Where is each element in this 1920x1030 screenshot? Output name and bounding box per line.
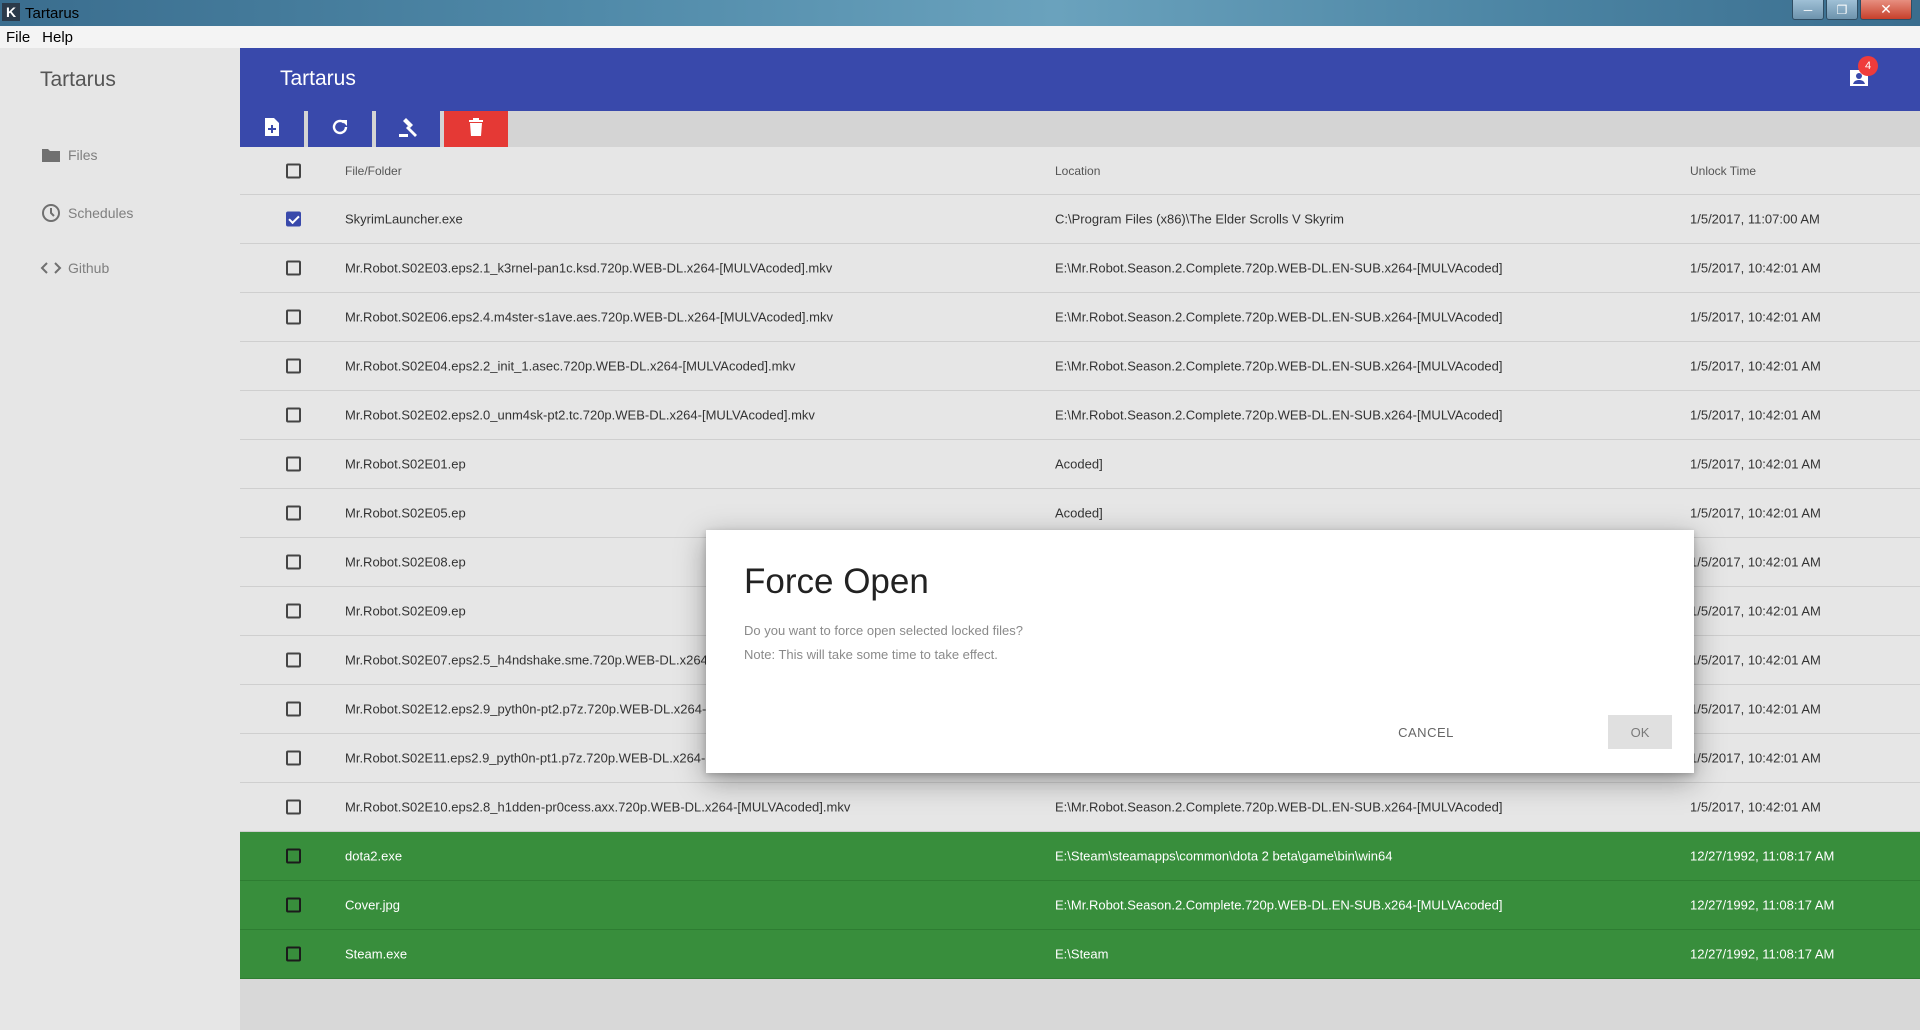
sidebar-brand: Tartarus [40,68,116,91]
dialog-title: Force Open [744,562,929,601]
sidebar-item-label: Files [68,147,98,163]
dialog-note: Note: This will take some time to take e… [744,647,998,662]
cancel-button[interactable]: CANCEL [1386,715,1466,749]
sidebar-item-schedules[interactable]: Schedules [40,203,133,223]
sidebar-item-label: Github [68,260,110,276]
menu-help[interactable]: Help [36,29,79,46]
notification-badge: 4 [1858,56,1878,76]
code-icon [40,261,62,275]
menu-file[interactable]: File [0,29,36,46]
dialog-message: Do you want to force open selected locke… [744,623,1023,638]
app-icon: K [2,3,20,21]
page-title: Tartarus [280,67,356,90]
modal-overlay: Force Open Do you want to force open sel… [240,111,1920,1030]
folder-icon [40,147,62,163]
sidebar: Tartarus Files Schedules Github [0,48,240,1030]
clock-icon [40,203,62,223]
window-titlebar: K Tartarus ─ ❐ ✕ [0,0,1920,26]
app-header: Tartarus 4 [240,48,1920,111]
maximize-icon[interactable]: ❐ [1826,0,1858,20]
window-title: Tartarus [25,5,80,22]
sidebar-item-label: Schedules [68,205,134,221]
sidebar-item-files[interactable]: Files [40,147,98,163]
close-icon[interactable]: ✕ [1860,0,1912,20]
minimize-icon[interactable]: ─ [1792,0,1824,20]
force-open-dialog: Force Open Do you want to force open sel… [706,530,1694,773]
ok-button[interactable]: OK [1608,715,1672,749]
window-controls: ─ ❐ ✕ [1792,0,1912,20]
sidebar-item-github[interactable]: Github [40,260,109,276]
menu-bar: File Help [0,26,1920,48]
